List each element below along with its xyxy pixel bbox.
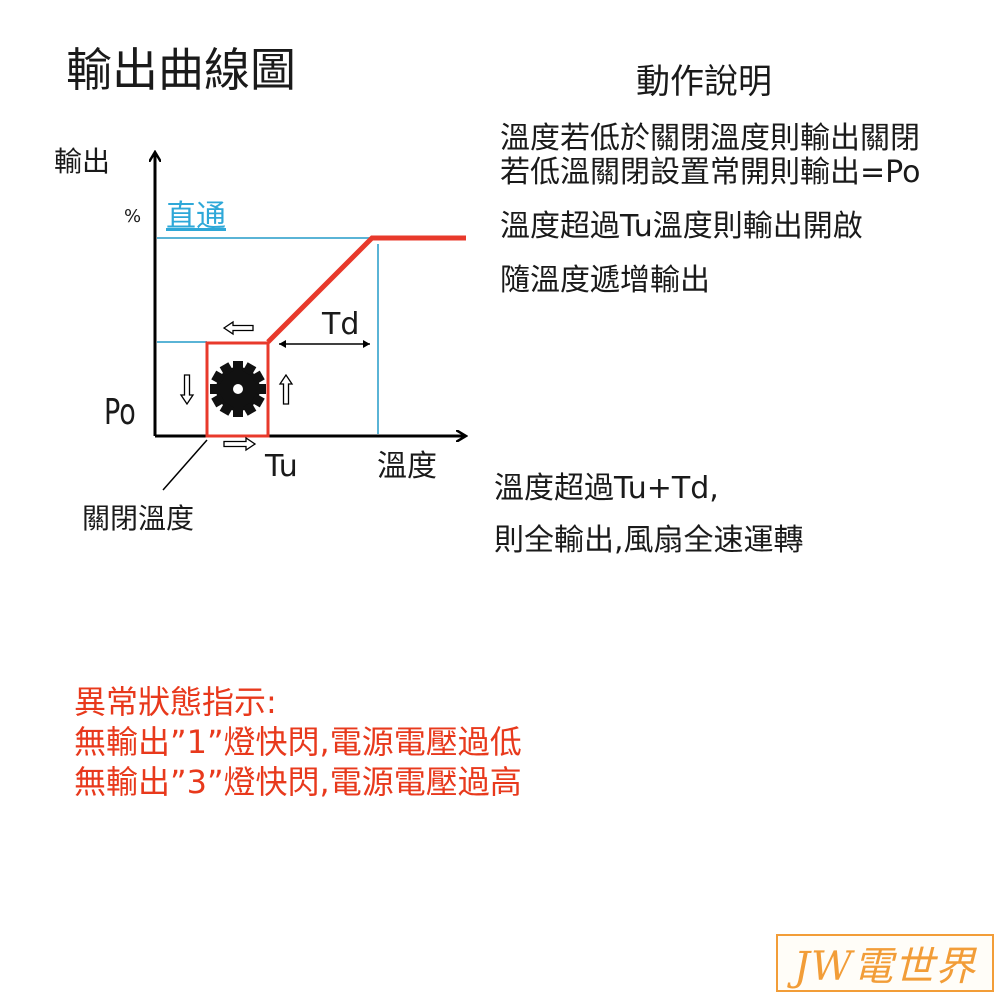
left-hollow-arrow	[222, 320, 254, 336]
off-temp-label: 關閉溫度	[82, 502, 194, 535]
y-axis-label: 輸出	[54, 145, 110, 178]
td-label: Td	[321, 307, 359, 342]
off-temp-pointer	[162, 439, 208, 491]
output-curve-diagram: 輸出 % 直通 Po Td Tu 溫度 關閉溫度	[54, 145, 1000, 535]
bypass-label: 直通	[166, 199, 226, 234]
alert-line: 無輸出”1”燈快閃,電源電壓過低	[74, 723, 522, 761]
brand-logo: JW電世界	[776, 934, 994, 992]
brand-logo-text: JW電世界	[793, 944, 977, 990]
y-unit-label: %	[124, 206, 141, 227]
up-hollow-arrow	[278, 373, 294, 405]
tu-label: Tu	[264, 449, 298, 484]
output-curve	[266, 235, 466, 344]
alert-title: 異常狀態指示:	[74, 683, 277, 721]
gear-icon	[210, 361, 266, 417]
down-hollow-arrow	[179, 374, 195, 406]
po-label: Po	[104, 390, 136, 433]
x-axis-label: 溫度	[377, 449, 437, 484]
right-hollow-arrow	[223, 436, 257, 452]
alert-line: 無輸出”3”燈快閃,電源電壓過高	[74, 763, 522, 801]
